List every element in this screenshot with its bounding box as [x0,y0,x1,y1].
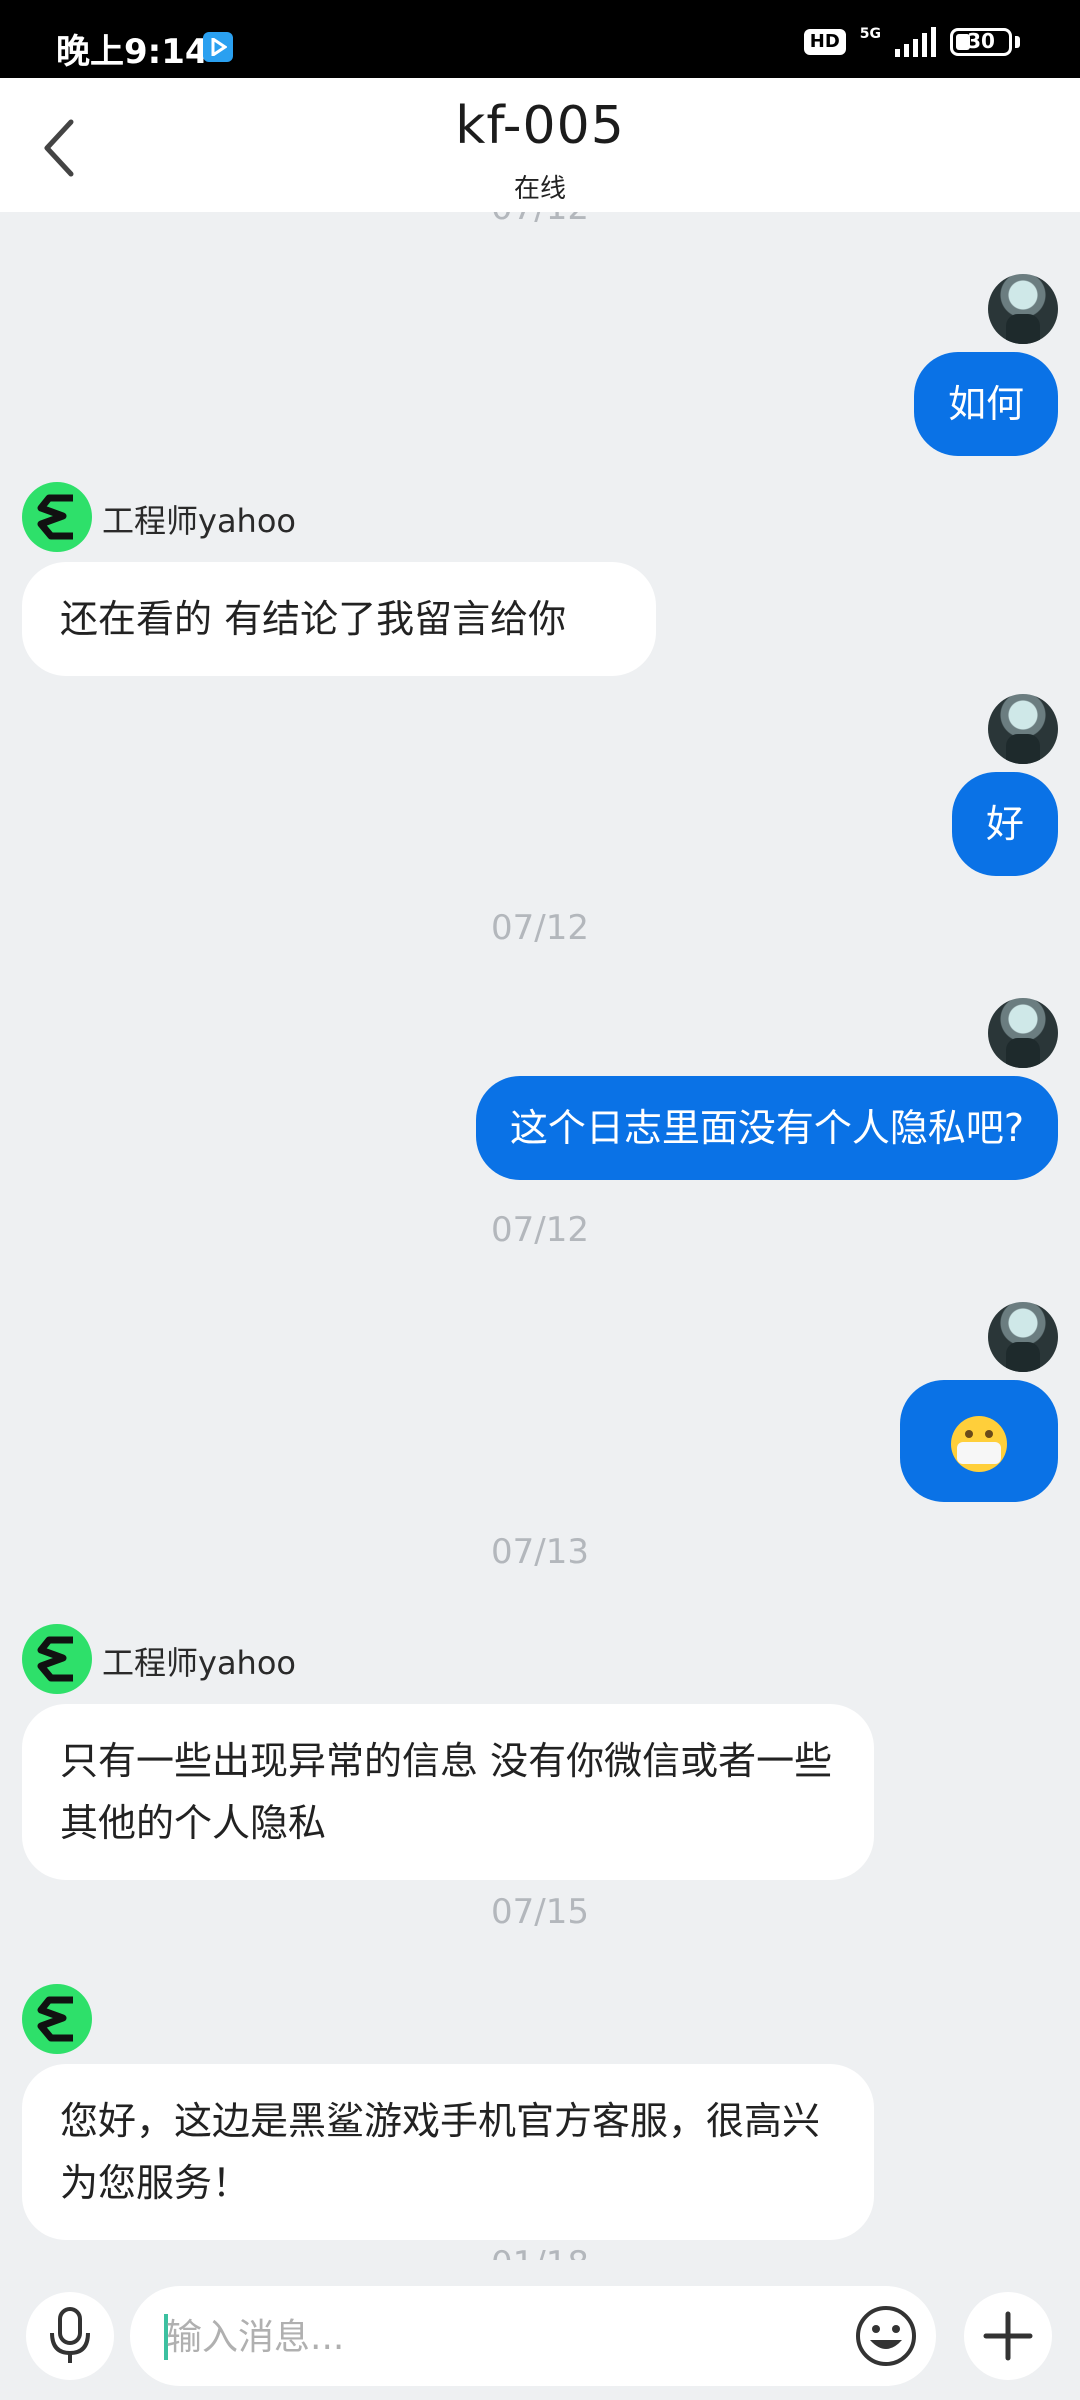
timestamp: 07/15 [491,1892,589,1932]
agent-avatar[interactable] [22,1984,92,2054]
signal-icon [895,27,936,57]
voice-button[interactable] [26,2292,114,2380]
status-time: 晚上9:14 [56,32,209,72]
agent-name: 工程师yahoo [102,502,296,540]
user-avatar[interactable] [988,1302,1058,1372]
message-list[interactable]: 07/12 如何 工程师yahoo 还在看的 有结论了我留言给你 好 07/12… [0,212,1080,2260]
agent-avatar[interactable] [22,1624,92,1694]
status-indicators: HD 5G 30 [803,24,1020,60]
microphone-icon [50,2307,90,2363]
incoming-message[interactable]: 还在看的 有结论了我留言给你 [22,562,656,676]
outgoing-message[interactable]: 好 [951,772,1058,876]
outgoing-message[interactable]: 如何 [913,352,1058,456]
mask-face-emoji-icon [951,1415,1007,1472]
battery-tip [1015,36,1020,48]
blackshark-logo-icon [37,1996,73,2042]
hd-icon: HD [803,29,846,55]
timestamp: 07/12 [491,1210,589,1250]
app-notification-icon [203,32,233,62]
timestamp: 07/12 [0,212,1080,228]
user-avatar[interactable] [988,274,1058,344]
outgoing-emoji-message[interactable] [900,1380,1058,1502]
timestamp: 01/18 [0,2244,1080,2260]
user-avatar[interactable] [988,694,1058,764]
message-input[interactable] [164,2306,768,2368]
blackshark-logo-icon [37,1636,73,1682]
incoming-message[interactable]: 您好，这边是黑鲨游戏手机官方客服，很高兴为您服务！ [22,2064,874,2240]
input-bar [0,2260,1080,2400]
timestamp: 07/13 [491,1532,589,1572]
incoming-message[interactable]: 只有一些出现异常的信息 没有你微信或者一些其他的个人隐私 [22,1704,874,1880]
timestamp: 07/12 [491,908,589,948]
agent-avatar[interactable] [22,482,92,552]
message-input-box[interactable] [130,2286,936,2386]
smiley-icon [856,2306,916,2366]
blackshark-logo-icon [37,494,73,540]
battery-icon: 30 [950,28,1012,56]
agent-name: 工程师yahoo [102,1644,296,1682]
page-title: kf-005 [455,96,625,156]
plus-icon [983,2311,1033,2361]
network-type: 5G [859,26,881,42]
emoji-button[interactable] [850,2300,922,2372]
chat-header: kf-005 在线 [0,78,1080,212]
online-status: 在线 [513,174,566,204]
battery-level: 30 [967,29,995,53]
more-actions-button[interactable] [964,2292,1052,2380]
status-bar: 晚上9:14 HD 5G 30 [0,0,1080,78]
user-avatar[interactable] [988,998,1058,1068]
outgoing-message[interactable]: 这个日志里面没有个人隐私吧? [475,1076,1058,1180]
